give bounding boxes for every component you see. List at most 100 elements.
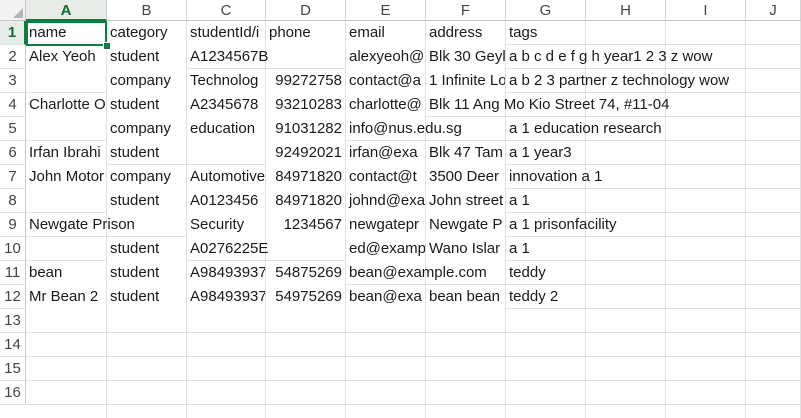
cell-e9[interactable]: newgatepr [346,213,425,237]
cell-b7[interactable]: company [107,165,186,189]
row-header-15[interactable]: 15 [0,357,26,381]
cell-c5[interactable]: education [187,117,265,141]
cell-f8[interactable]: John street [426,189,505,213]
cell-b6[interactable]: student [107,141,186,165]
cell-e7[interactable]: contact@t [346,165,425,189]
column-header-g[interactable]: G [506,0,586,21]
cell-b2[interactable]: student [107,45,186,69]
cell-a11[interactable]: bean [26,261,106,285]
cell-e10[interactable]: ed@examp [346,237,425,261]
cell-c12[interactable]: A98493937 [187,285,265,309]
cell-f2[interactable]: Blk 30 Geyl [426,45,505,69]
cell-e12[interactable]: bean@exa [346,285,425,309]
cell-g11[interactable]: teddy [506,261,585,285]
cell-b12[interactable]: student [107,285,186,309]
cell-e11[interactable]: bean@example.com [346,261,487,285]
cell-d12[interactable]: 54975269 [266,285,345,309]
cell-c8[interactable]: A0123456 [187,189,265,213]
cell-f4[interactable]: Blk 11 Ang Mo Kio Street 74, #11-04 [426,93,669,117]
cell-d1[interactable]: phone [266,21,345,45]
cell-g9[interactable]: a 1 prisonfacility [506,213,617,237]
column-header-c[interactable]: C [187,0,266,21]
cell-c2[interactable]: A1234567B [187,45,268,69]
row-header-6[interactable]: 6 [0,141,26,165]
cell-g7[interactable]: innovation a 1 [506,165,602,189]
cell-a7[interactable]: John Motor [26,165,106,189]
cell-f3[interactable]: 1 Infinite Lo [426,69,505,93]
cell-g10[interactable]: a 1 [506,237,585,261]
row-header-13[interactable]: 13 [0,309,26,333]
cell-d5[interactable]: 91031282 [266,117,345,141]
cell-g8[interactable]: a 1 [506,189,585,213]
cell-e4[interactable]: charlotte@ [346,93,425,117]
cell-c10[interactable]: A0276225E [187,237,268,261]
cell-a9[interactable]: Newgate Prison [26,213,135,237]
cell-c1[interactable]: studentId/i [187,21,265,45]
row-header-16[interactable]: 16 [0,381,26,405]
cell-d6[interactable]: 92492021 [266,141,345,165]
cell-b5[interactable]: company [107,117,186,141]
row-header-8[interactable]: 8 [0,189,26,213]
cell-e6[interactable]: irfan@exa [346,141,425,165]
cell-e8[interactable]: johnd@exa [346,189,425,213]
cell-f12[interactable]: bean bean [426,285,505,309]
row-header-10[interactable]: 10 [0,237,26,261]
column-header-j[interactable]: J [746,0,801,21]
cell-b10[interactable]: student [107,237,186,261]
column-header-f[interactable]: F [426,0,506,21]
column-header-h[interactable]: H [586,0,666,21]
cell-f9[interactable]: Newgate P [426,213,505,237]
row-header-3[interactable]: 3 [0,69,26,93]
cell-f1[interactable]: address [426,21,505,45]
cell-c3[interactable]: Technolog [187,69,265,93]
cell-c9[interactable]: Security [187,213,265,237]
cell-f6[interactable]: Blk 47 Tam [426,141,505,165]
cell-a1[interactable]: name [26,21,106,45]
fill-handle[interactable] [103,42,111,50]
cell-b3[interactable]: company [107,69,186,93]
cell-b8[interactable]: student [107,189,186,213]
cell-f7[interactable]: 3500 Deer [426,165,505,189]
column-header-b[interactable]: B [107,0,187,21]
column-header-d[interactable]: D [266,0,346,21]
row-header-4[interactable]: 4 [0,93,26,117]
cell-c7[interactable]: Automotive [187,165,265,189]
column-header-e[interactable]: E [346,0,426,21]
cell-b11[interactable]: student [107,261,186,285]
row-header-7[interactable]: 7 [0,165,26,189]
row-header-11[interactable]: 11 [0,261,26,285]
cell-d3[interactable]: 99272758 [266,69,345,93]
cell-c11[interactable]: A98493937 [187,261,265,285]
cell-e3[interactable]: contact@a [346,69,425,93]
cell-g1[interactable]: tags [506,21,585,45]
cell-b1[interactable]: category [107,21,186,45]
cell-b4[interactable]: student [107,93,186,117]
row-header-2[interactable]: 2 [0,45,26,69]
cell-g6[interactable]: a 1 year3 [506,141,585,165]
cell-g3[interactable]: a b 2 3 partner z technology wow [506,69,729,93]
cell-d7[interactable]: 84971820 [266,165,345,189]
cell-e5[interactable]: info@nus.edu.sg [346,117,462,141]
row-header-12[interactable]: 12 [0,285,26,309]
cell-d4[interactable]: 93210283 [266,93,345,117]
cell-d9[interactable]: 1234567 [266,213,345,237]
row-header-1[interactable]: 1 [0,21,26,45]
cell-g12[interactable]: teddy 2 [506,285,585,309]
cell-a12[interactable]: Mr Bean 2 [26,285,106,309]
row-header-5[interactable]: 5 [0,117,26,141]
row-header-9[interactable]: 9 [0,213,26,237]
cell-e2[interactable]: alexyeoh@ [346,45,425,69]
select-all-button[interactable] [0,0,26,21]
cell-g2[interactable]: a b c d e f g h year1 2 3 z wow [506,45,712,69]
cell-f10[interactable]: Wano Islar [426,237,505,261]
cell-g5[interactable]: a 1 education research [506,117,662,141]
cell-e1[interactable]: email [346,21,425,45]
cell-c4[interactable]: A2345678 [187,93,265,117]
column-header-a[interactable]: A [26,0,107,21]
column-header-i[interactable]: I [666,0,746,21]
cell-d11[interactable]: 54875269 [266,261,345,285]
cell-d8[interactable]: 84971820 [266,189,345,213]
cell-a2[interactable]: Alex Yeoh [26,45,106,69]
cell-a4[interactable]: Charlotte O [26,93,106,117]
cell-a6[interactable]: Irfan Ibrahi [26,141,106,165]
